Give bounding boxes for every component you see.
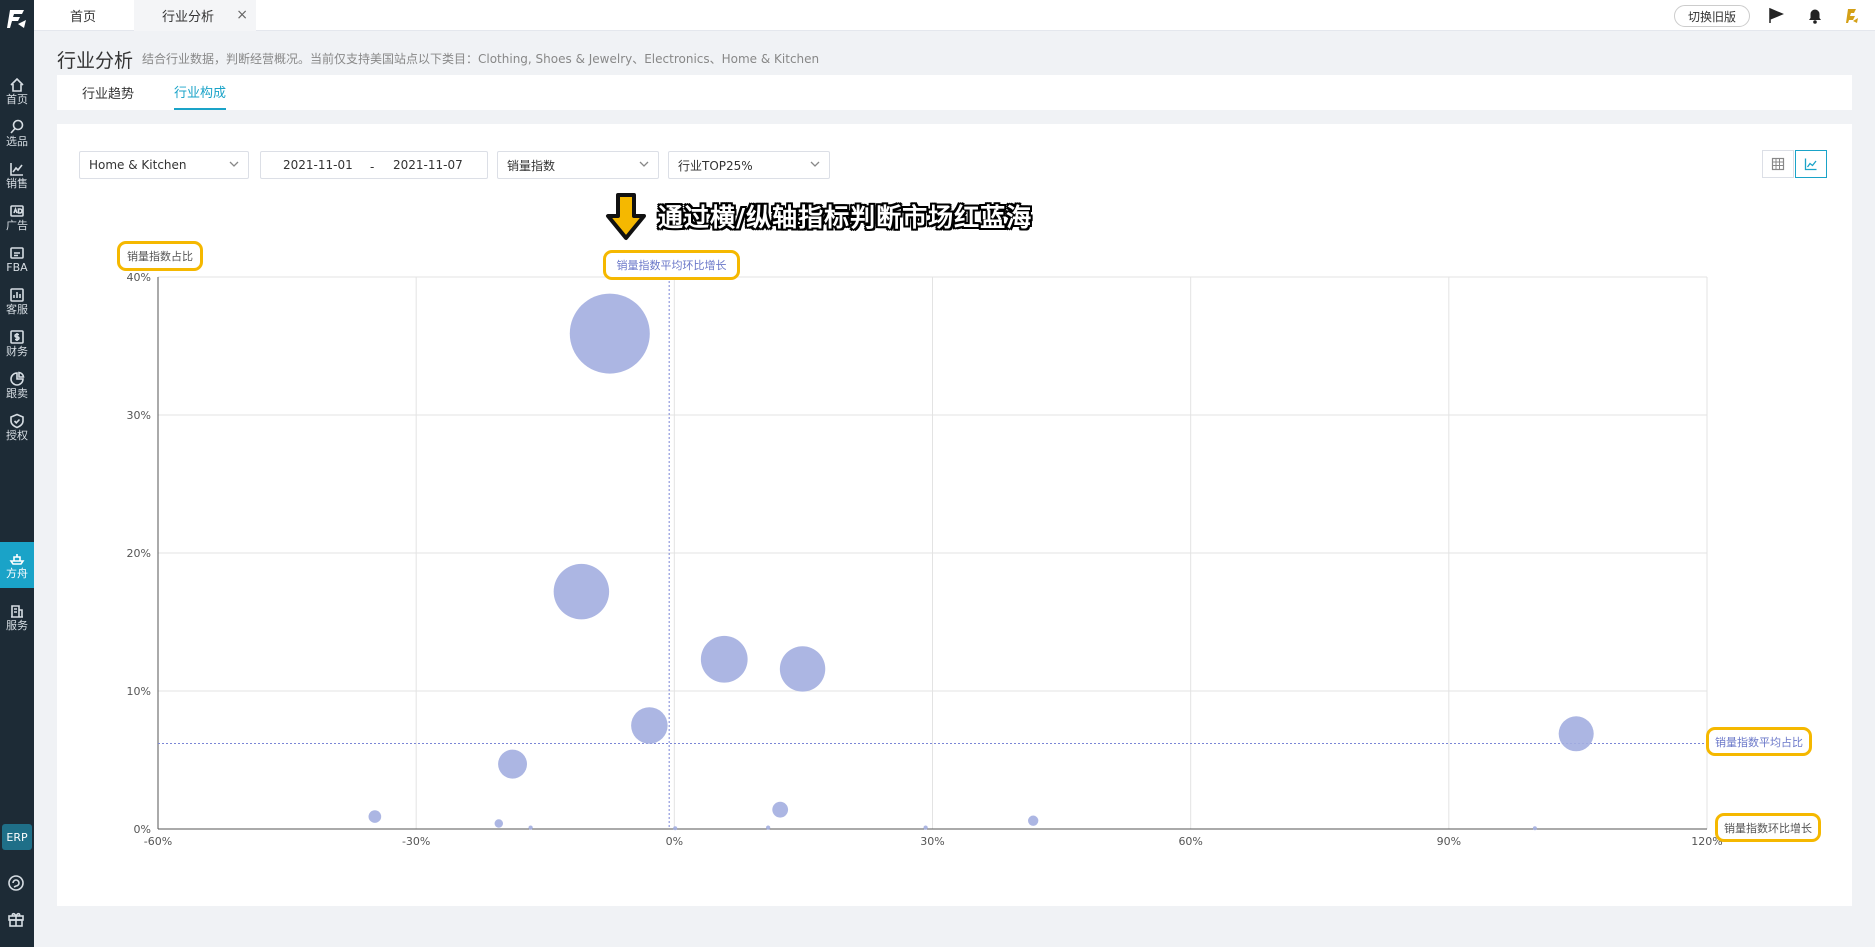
shield-icon [10,413,24,428]
scatter-point[interactable] [1028,815,1039,826]
table-view-button[interactable] [1762,150,1794,178]
search-icon [10,119,24,134]
category-select-value: Home & Kitchen [89,158,187,172]
chart-card: Home & Kitchen 2021-11-01 - 2021-11-07 销… [57,124,1852,906]
metric-select[interactable]: 销量指数 [497,151,659,179]
table-icon [1771,157,1785,171]
sidebar-item-fba[interactable]: FBA [0,236,34,282]
chart-box-icon [10,287,24,302]
annotation-text: 通过横/纵轴指标判断市场红蓝海 [658,203,1033,232]
sidebar-item-label: 销售 [6,176,28,190]
metric-select-value: 销量指数 [507,158,556,173]
sub-tab-bar: 行业趋势 行业构成 [57,75,1852,110]
dollar-icon [10,329,24,344]
sidebar-item-label: 跟卖 [6,386,28,400]
top-tab-industry-analysis[interactable]: 行业分析 × [134,0,256,31]
building-icon [11,604,23,618]
gift-icon[interactable] [7,910,27,930]
scatter-point[interactable] [498,749,528,779]
date-range-picker[interactable]: 2021-11-01 - 2021-11-07 [260,151,488,179]
sidebar-item-follow[interactable]: 跟卖 [0,362,34,408]
fba-icon [10,246,24,259]
page-description: 结合行业数据，判断经营概况。当前仅支持美国站点以下类目：Clothing, Sh… [142,52,820,66]
play-flag-icon[interactable] [1766,6,1786,26]
tab-industry-composition[interactable]: 行业构成 [174,75,227,110]
arrow-down-icon [606,193,646,240]
bell-icon[interactable] [1805,6,1825,26]
scatter-point[interactable] [494,819,503,828]
sidebar-item-label: 广告 [6,218,28,232]
chevron-down-icon [639,161,649,167]
erp-button[interactable]: ERP [2,824,32,850]
date-end[interactable]: 2021-11-07 [393,158,463,172]
date-start[interactable]: 2021-11-01 [283,158,353,172]
sidebar-item-label: 授权 [6,428,28,442]
user-avatar-icon[interactable] [1842,6,1862,26]
chart-view-button[interactable] [1795,150,1827,178]
x-axis-label-callout: 销量指数环比增长 [1715,813,1821,842]
page-title: 行业分析 [57,50,134,72]
sidebar-item-services[interactable]: 服务 [0,594,34,640]
y-axis-label-callout: 销量指数占比 [117,241,203,271]
sidebar-item-label: 财务 [6,344,28,358]
support-chat-icon[interactable] [7,874,27,894]
date-separator: - [370,160,375,174]
sidebar-item-ads[interactable]: 广告 [0,194,34,240]
trend-icon [10,162,23,176]
chevron-down-icon [229,161,239,167]
scatter-point[interactable] [1558,716,1594,752]
sidebar-item-product[interactable]: 选品 [0,110,34,156]
sidebar: 首页 选品 销售 广告 FBA 客服 财务 跟卖 授权 方舟 服务 ERP [0,0,34,947]
scatter-point[interactable] [553,563,610,620]
scatter-point[interactable] [700,635,748,683]
category-select[interactable]: Home & Kitchen [79,151,249,179]
avg-share-label-callout: 销量指数平均占比 [1706,727,1812,756]
scatter-point[interactable] [923,825,928,830]
chevron-down-icon [810,161,820,167]
sidebar-item-finance[interactable]: 财务 [0,320,34,366]
scatter-point[interactable] [569,293,650,374]
pie-icon [10,371,25,386]
scatter-point[interactable] [631,707,668,744]
scatter-point[interactable] [1532,826,1537,831]
sidebar-item-label: FBA [6,260,28,274]
sidebar-item-label: 服务 [6,618,28,632]
scatter-point[interactable] [779,646,826,692]
line-chart-icon [1804,158,1817,171]
sidebar-item-ark[interactable]: 方舟 [0,542,34,588]
sidebar-item-label: 客服 [6,302,28,316]
top-tab-bar: 首页 行业分析 × 切换旧版 [34,0,1875,31]
sidebar-item-sales[interactable]: 销售 [0,152,34,198]
top-tab-label: 行业分析 [162,10,215,25]
sidebar-item-label: 方舟 [6,566,28,580]
close-icon[interactable]: × [236,7,248,23]
app-logo-icon[interactable] [4,6,30,32]
sidebar-item-auth[interactable]: 授权 [0,404,34,450]
scatter-point[interactable] [528,825,533,830]
range-select[interactable]: 行业TOP25% [668,151,830,179]
scatter-point[interactable] [673,826,678,831]
ark-icon [9,553,25,565]
sidebar-item-label: 首页 [6,92,28,106]
avg-growth-label-callout: 销量指数平均环比增长 [603,250,740,280]
sidebar-item-label: 选品 [6,134,28,148]
home-icon [10,77,24,92]
sidebar-item-service[interactable]: 客服 [0,278,34,324]
top-tab-home[interactable]: 首页 [34,0,132,31]
range-select-value: 行业TOP25% [678,158,753,173]
scatter-point[interactable] [368,810,382,823]
ad-icon [10,204,24,217]
sidebar-item-home[interactable]: 首页 [0,68,34,114]
tab-industry-trend[interactable]: 行业趋势 [82,75,134,110]
scatter-point[interactable] [772,801,789,818]
top-tab-label: 首页 [69,10,96,25]
switch-old-version-button[interactable]: 切换旧版 [1674,5,1750,27]
scatter-point[interactable] [766,825,771,830]
